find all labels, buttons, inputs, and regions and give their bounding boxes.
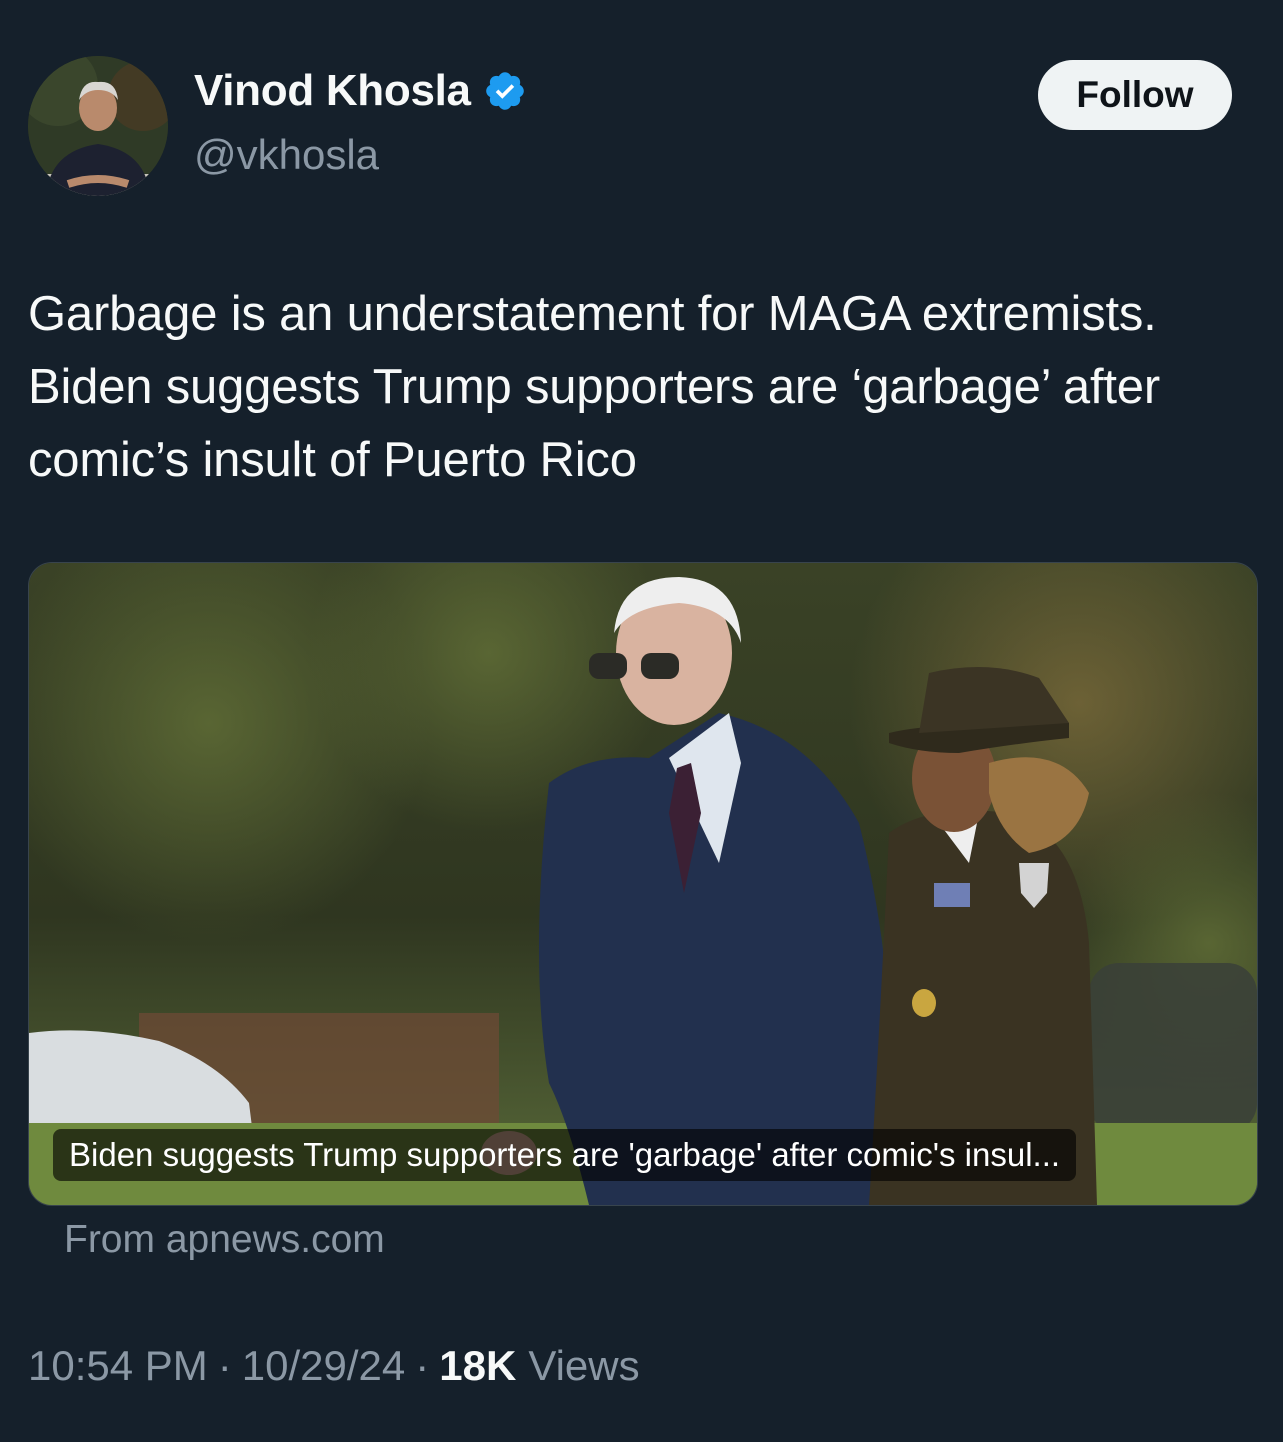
meta-separator: · bbox=[415, 1342, 430, 1389]
views-count: 18K bbox=[439, 1342, 517, 1389]
profile-photo bbox=[28, 56, 168, 196]
follow-button[interactable]: Follow bbox=[1038, 60, 1232, 130]
author-name-row: Vinod Khosla bbox=[194, 66, 527, 116]
link-card[interactable]: Biden suggests Trump supporters are 'gar… bbox=[28, 562, 1258, 1206]
tweet-date[interactable]: 10/29/24 bbox=[242, 1342, 406, 1390]
author-display-name[interactable]: Vinod Khosla bbox=[194, 66, 471, 116]
link-card-title[interactable]: Biden suggests Trump supporters are 'gar… bbox=[53, 1129, 1077, 1181]
views-label: Views bbox=[528, 1342, 640, 1389]
article-photo bbox=[29, 563, 1257, 1205]
verified-badge-icon[interactable] bbox=[483, 69, 527, 113]
tweet-time[interactable]: 10:54 PM bbox=[28, 1342, 208, 1390]
tweet-text: Garbage is an understatement for MAGA ex… bbox=[28, 287, 1160, 487]
author-handle[interactable]: @vkhosla bbox=[194, 131, 379, 179]
tweet-metadata: 10:54 PM · 10/29/24 · 18K Views bbox=[28, 1342, 640, 1390]
author-avatar[interactable] bbox=[28, 56, 168, 196]
link-card-source[interactable]: From apnews.com bbox=[64, 1218, 385, 1262]
meta-separator: · bbox=[217, 1342, 232, 1389]
